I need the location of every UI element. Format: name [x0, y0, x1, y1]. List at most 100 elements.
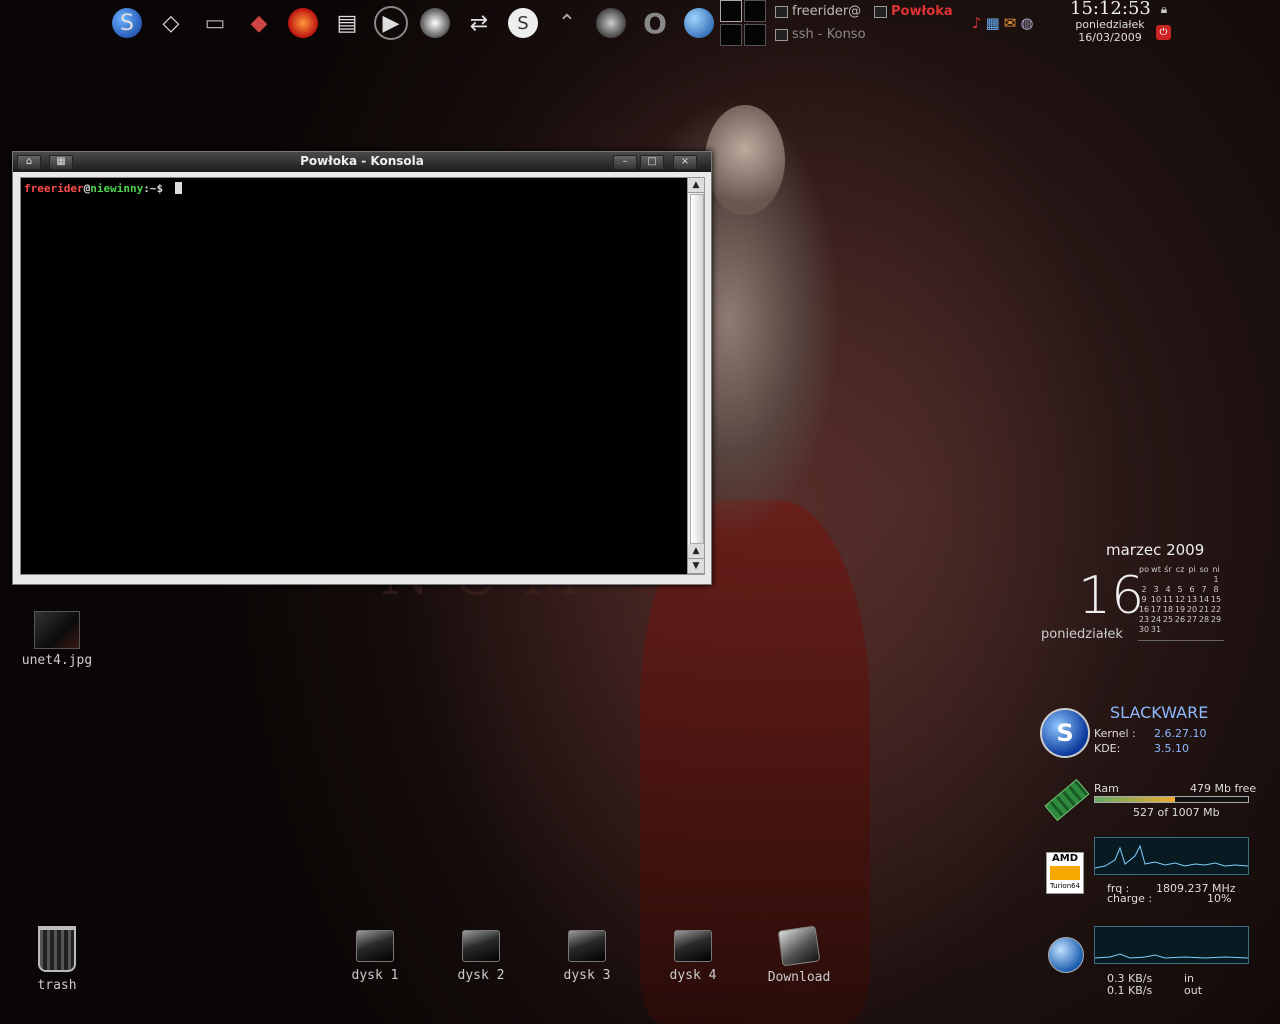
slackware-logo-icon: S: [1040, 708, 1090, 758]
scroll-up-lower-button[interactable]: ▲: [688, 544, 704, 559]
pager-desktop-3[interactable]: [720, 24, 742, 46]
calendar-day[interactable]: 1: [1210, 575, 1222, 584]
calendar-month: marzec 2009: [1106, 541, 1205, 559]
calendar-day[interactable]: 19: [1174, 605, 1186, 614]
pager-desktop-2[interactable]: [744, 0, 766, 22]
logout-icon[interactable]: ⏻: [1156, 25, 1171, 40]
clock-date: 16/03/2009: [1078, 31, 1142, 44]
scroll-up-button[interactable]: ▲: [688, 178, 704, 193]
desktop-icon-label: Download: [767, 970, 831, 985]
clock-time: 15:12:53: [1070, 0, 1151, 19]
hard-drive-icon: [568, 930, 606, 962]
launcher-blade[interactable]: ⌃: [548, 4, 586, 42]
lock-screen-icon[interactable]: 🔒︎: [1157, 2, 1171, 18]
calendar-day[interactable]: 14: [1198, 595, 1210, 604]
konsole-titlebar[interactable]: ⌂ ▦ Powłoka - Konsola – □ ×: [13, 152, 711, 172]
cpu-brand: AMD: [1052, 853, 1078, 864]
launcher-skype[interactable]: S: [504, 4, 542, 42]
calendar-day[interactable]: 5: [1174, 585, 1186, 594]
calendar-day[interactable]: 12: [1174, 595, 1186, 604]
blade-icon: ⌃: [557, 10, 577, 36]
desktop-icon-trash[interactable]: trash: [17, 926, 97, 993]
prompt-user: freerider: [24, 182, 84, 195]
task-ssh-konsole[interactable]: ssh - Konso: [775, 27, 867, 42]
task-freerider[interactable]: freerider@: [775, 4, 867, 19]
calendar-day[interactable]: 30: [1138, 625, 1150, 634]
scroll-thumb[interactable]: [690, 194, 704, 544]
calendar-day: [1174, 625, 1186, 634]
scroll-down-button[interactable]: ▼: [688, 559, 704, 574]
launcher-eraser[interactable]: ◇: [152, 4, 190, 42]
calendar-day[interactable]: 18: [1162, 605, 1174, 614]
calendar-day[interactable]: 26: [1174, 615, 1186, 624]
klipper-tray-icon[interactable]: ▦: [986, 14, 1000, 32]
kde-version: 3.5.10: [1154, 742, 1189, 755]
desktop-icon-dysk1[interactable]: dysk 1: [335, 930, 415, 983]
pager-desktop-1[interactable]: [720, 0, 742, 22]
launcher-media-player[interactable]: ▶: [372, 4, 410, 42]
calendar-day[interactable]: 24: [1150, 615, 1162, 624]
window-title: Powłoka - Konsola: [300, 154, 424, 168]
launcher-firefox[interactable]: ●: [284, 4, 322, 42]
calendar-day[interactable]: 22: [1210, 605, 1222, 614]
task-powloka[interactable]: Powłoka: [874, 4, 964, 19]
terminal-area[interactable]: freerider@niewinny:~$: [20, 177, 688, 575]
calendar-day[interactable]: 17: [1150, 605, 1162, 614]
calendar-day[interactable]: 13: [1186, 595, 1198, 604]
ram-free: 479 Mb free: [1190, 782, 1257, 795]
launcher-slackware[interactable]: S: [108, 4, 146, 42]
calendar-day[interactable]: 2: [1138, 585, 1150, 594]
calendar-header: śr: [1164, 565, 1172, 574]
calendar-day[interactable]: 11: [1162, 595, 1174, 604]
calendar-day: [1186, 575, 1198, 584]
calendar-day[interactable]: 9: [1138, 595, 1150, 604]
calendar-day[interactable]: 23: [1138, 615, 1150, 624]
desktop-icon-dysk4[interactable]: dysk 4: [653, 930, 733, 983]
calendar-day[interactable]: 10: [1150, 595, 1162, 604]
calendar-day[interactable]: 31: [1150, 625, 1162, 634]
cpu-model: Turion64: [1049, 882, 1081, 890]
calendar-day[interactable]: 7: [1198, 585, 1210, 594]
update-tray-icon[interactable]: ✉: [1004, 14, 1017, 32]
ram-usage-fill: [1095, 797, 1175, 802]
eraser-icon: ◇: [162, 10, 180, 36]
minimize-button[interactable]: –: [613, 155, 637, 170]
calendar-day[interactable]: 20: [1186, 605, 1198, 614]
pager-desktop-4[interactable]: [744, 24, 766, 46]
calendar-day[interactable]: 21: [1198, 605, 1210, 614]
calendar-day[interactable]: 15: [1210, 595, 1222, 604]
disk-tray-icon[interactable]: ◍: [1020, 14, 1033, 32]
maximize-button[interactable]: □: [640, 155, 664, 170]
network-tray-icon[interactable]: ♪: [972, 14, 982, 32]
distro-name: SLACKWARE: [1110, 703, 1209, 722]
calendar-day[interactable]: 25: [1162, 615, 1174, 624]
desktop-icon-unet4[interactable]: unet4.jpg: [17, 611, 97, 668]
calendar-day: [1198, 625, 1210, 634]
close-button[interactable]: ×: [673, 155, 697, 170]
launcher-terminal[interactable]: ▭: [196, 4, 234, 42]
calendar-day: [1210, 625, 1222, 634]
launcher-opera[interactable]: O: [636, 4, 674, 42]
calendar-day[interactable]: 28: [1198, 615, 1210, 624]
launcher-game[interactable]: ◆: [240, 4, 278, 42]
konsole-window: ⌂ ▦ Powłoka - Konsola – □ × freerider@ni…: [12, 151, 712, 585]
launcher-video-editor[interactable]: ▤: [328, 4, 366, 42]
task-label: freerider@: [792, 4, 862, 19]
calendar-day[interactable]: 27: [1186, 615, 1198, 624]
launcher-sync[interactable]: ⇄: [460, 4, 498, 42]
launcher-browser[interactable]: ◉: [680, 4, 718, 42]
launcher-wolf[interactable]: ●: [416, 4, 454, 42]
calendar-day[interactable]: 8: [1210, 585, 1222, 594]
desktop-icon-dysk2[interactable]: dysk 2: [441, 930, 521, 983]
terminal-scrollbar[interactable]: ▲ ▲ ▼: [687, 177, 705, 575]
prompt-tail: :~$: [143, 182, 164, 195]
desktop-icon-download[interactable]: Download: [759, 925, 839, 985]
calendar-day[interactable]: 29: [1210, 615, 1222, 624]
calendar-day[interactable]: 4: [1162, 585, 1174, 594]
launcher-gimp[interactable]: ●: [592, 4, 630, 42]
calendar-day[interactable]: 6: [1186, 585, 1198, 594]
calendar-day[interactable]: 16: [1138, 605, 1150, 614]
panel-clock[interactable]: 15:12:53 poniedziałek 16/03/2009: [1070, 0, 1151, 44]
calendar-day[interactable]: 3: [1150, 585, 1162, 594]
desktop-icon-dysk3[interactable]: dysk 3: [547, 930, 627, 983]
